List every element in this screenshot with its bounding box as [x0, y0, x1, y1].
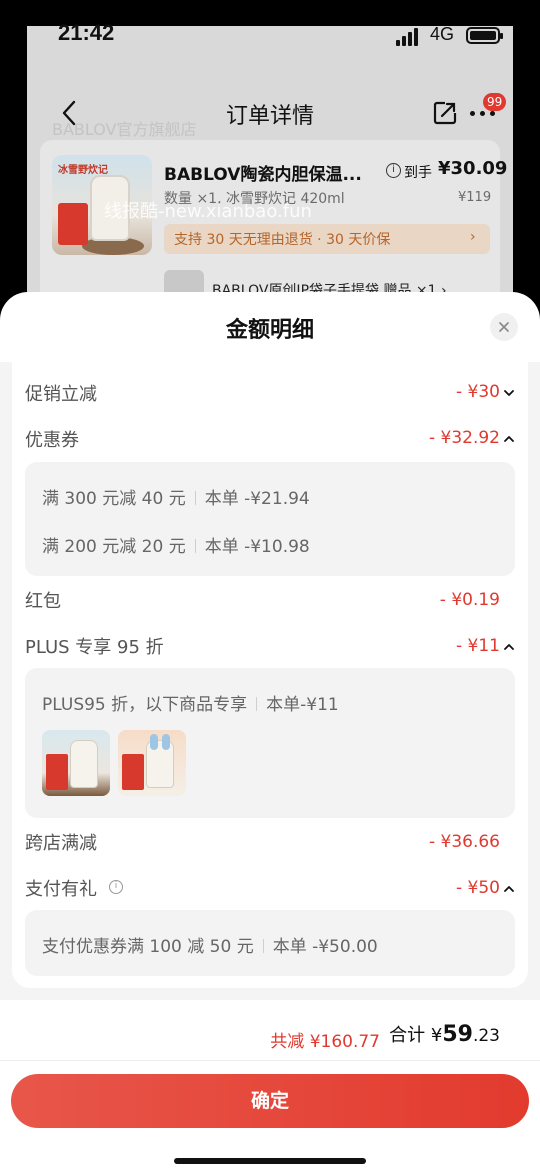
sheet-title: 金额明细 — [225, 318, 314, 343]
total-decimal: .23 — [472, 1026, 500, 1046]
chevron-right-icon: › — [470, 229, 476, 245]
coupon-detail-title: 满 300 元减 40 元 — [42, 489, 186, 509]
coupon-detail-title: 满 200 元减 20 元 — [42, 537, 186, 557]
close-button[interactable] — [490, 313, 518, 341]
confirm-button[interactable]: 确定 — [11, 1074, 529, 1128]
plus-detail-amount: 本单-¥11 — [266, 695, 339, 715]
total-label: 合计 — [389, 1025, 426, 1046]
plus-label: PLUS 专享 95 折 — [25, 637, 164, 658]
total-currency: ¥ — [430, 1025, 443, 1046]
cross-store-label: 跨店满减 — [25, 833, 97, 854]
home-indicator[interactable] — [174, 1158, 366, 1164]
status-bar: 21:42 4G — [0, 0, 540, 62]
share-icon[interactable] — [432, 100, 458, 126]
chevron-up-icon[interactable] — [503, 883, 515, 895]
coupon-label: 优惠券 — [25, 430, 79, 451]
coupon-detail-amount: 本单 -¥10.98 — [204, 537, 310, 557]
payment-detail-title: 支付优惠券满 100 减 50 元 — [42, 937, 254, 957]
plus-value[interactable]: - ¥11 — [456, 636, 500, 656]
cross-store-value: - ¥36.66 — [428, 832, 500, 852]
coupon-detail-amount: 本单 -¥21.94 — [204, 489, 310, 509]
red-packet-label: 红包 — [25, 591, 61, 612]
chevron-down-icon[interactable] — [503, 387, 515, 399]
coupon-value[interactable]: - ¥32.92 — [429, 428, 500, 448]
product-image-tag: 冰雪野炊记 — [58, 165, 108, 176]
signal-icon — [396, 28, 422, 46]
payment-detail-amount: 本单 -¥50.00 — [272, 937, 378, 957]
payment-detail-row: 支付优惠券满 100 减 50 元本单 -¥50.00 — [42, 932, 378, 957]
info-icon[interactable]: i — [386, 163, 401, 178]
store-name: BABLOV官方旗舰店 — [52, 120, 197, 139]
info-icon[interactable]: i — [109, 880, 123, 894]
status-time: 21:42 — [58, 20, 115, 45]
original-price: ¥119 — [458, 190, 492, 205]
coupon-detail-row: 满 300 元减 40 元本单 -¥21.94 — [42, 484, 310, 509]
amount-detail-sheet: 金额明细 促销立减 - ¥30 优惠券 - ¥32.92 满 300 元减 40… — [0, 292, 540, 1168]
total-amount: 合计 ¥59.23 — [389, 1021, 500, 1047]
service-promo-text: 支持 30 天无理由退货 · 30 天价保 — [174, 232, 391, 248]
promo-discount-value[interactable]: - ¥30 — [456, 382, 500, 402]
total-integer: 59 — [442, 1022, 473, 1047]
plus-product-thumbnail[interactable] — [118, 730, 186, 796]
chevron-up-icon[interactable] — [503, 641, 515, 653]
total-discount: 共减 ¥160.77 — [270, 1032, 380, 1052]
notification-badge: 99 — [483, 93, 507, 111]
plus-detail-row: PLUS95 折，以下商品专享 本单-¥11 — [42, 690, 339, 715]
payment-gift-value[interactable]: - ¥50 — [456, 878, 500, 898]
chevron-up-icon[interactable] — [503, 433, 515, 445]
price-label: 到手 — [404, 165, 432, 181]
promo-discount-label: 促销立减 — [25, 384, 97, 405]
coupon-detail-box — [25, 462, 515, 576]
watermark: 线报酷-new.xianbao.fun — [104, 201, 312, 222]
footer-bar: 共减 ¥160.77 合计 ¥59.23 确定 — [0, 1000, 540, 1168]
plus-detail-title: PLUS95 折，以下商品专享 — [42, 695, 248, 715]
network-label: 4G — [430, 24, 455, 44]
product-price: ¥30.09 — [438, 158, 508, 179]
divider — [0, 1060, 540, 1061]
close-icon — [499, 322, 509, 332]
red-packet-value: - ¥0.19 — [439, 590, 500, 610]
payment-gift-label: 支付有礼 — [25, 879, 97, 900]
coupon-detail-row: 满 200 元减 20 元本单 -¥10.98 — [42, 532, 310, 557]
product-title[interactable]: BABLOV陶瓷内胆保温... — [164, 160, 374, 185]
battery-icon — [466, 27, 503, 44]
plus-product-thumbnail[interactable] — [42, 730, 110, 796]
